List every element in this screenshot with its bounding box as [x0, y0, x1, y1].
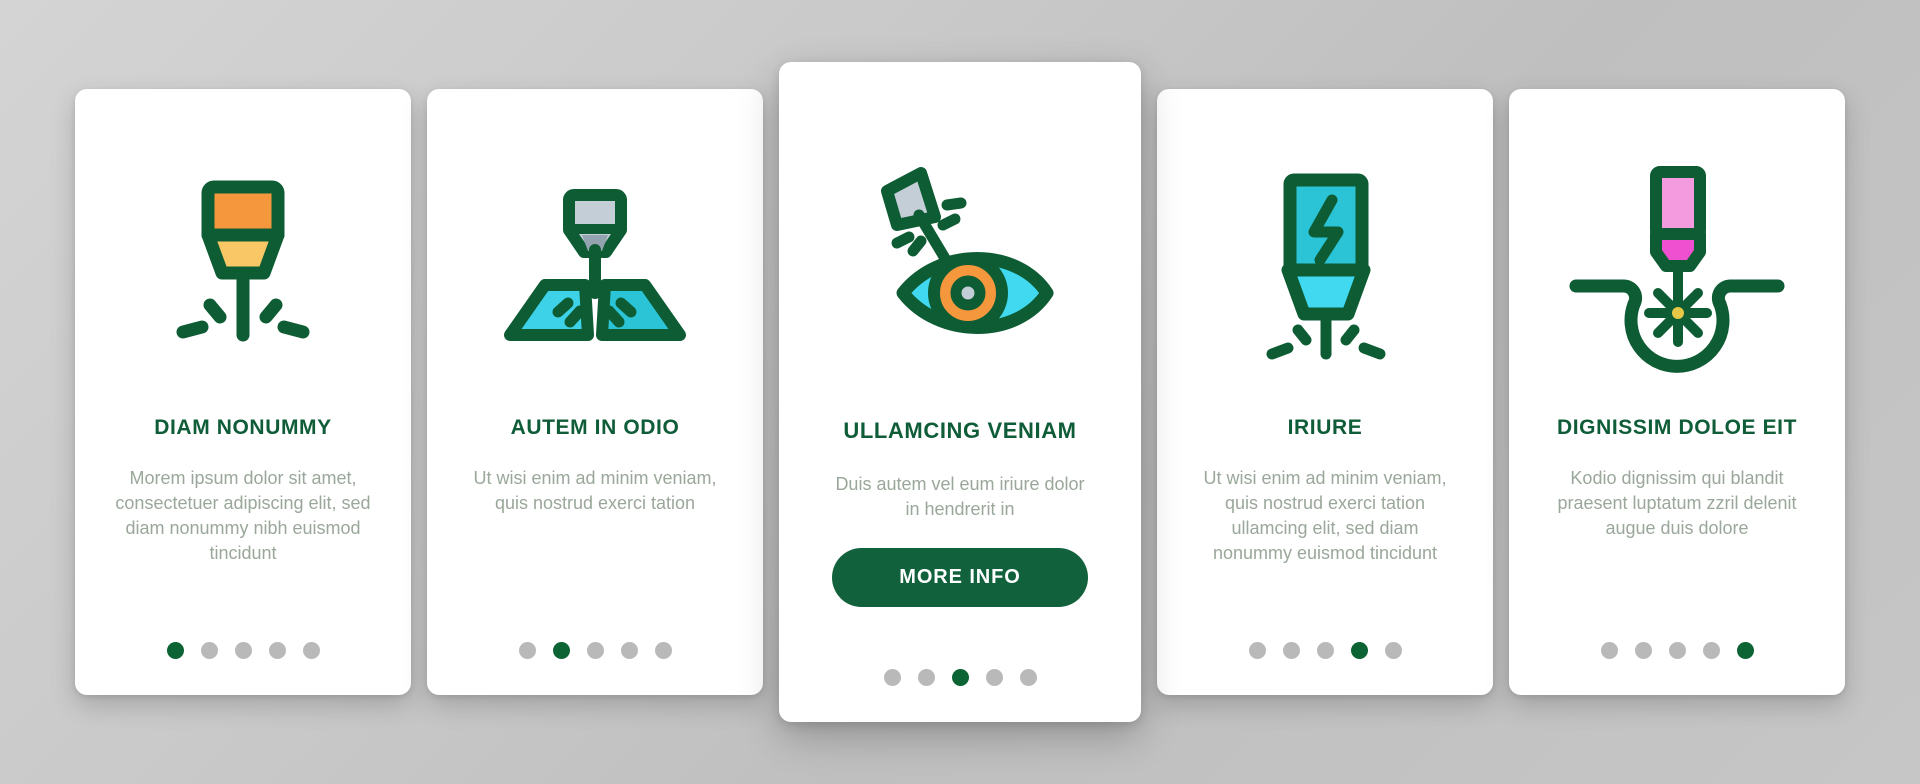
card-title: IRIURE: [1287, 416, 1363, 439]
pagination-dot[interactable]: [883, 669, 901, 686]
pagination-dot[interactable]: [917, 669, 935, 686]
laser-engraving-surface-icon: [1527, 115, 1827, 415]
pagination-dot[interactable]: [1248, 642, 1266, 659]
card-body-text: Morem ipsum dolor sit amet, consectetuer…: [115, 468, 371, 563]
pagination-dot[interactable]: [1736, 642, 1754, 659]
card-title: ULLAMCING VENIAM: [843, 418, 1077, 443]
onboarding-screens-stage: DIAM NONUMMY Morem ipsum dolor sit amet,…: [0, 0, 1920, 784]
onboarding-card-iriure[interactable]: IRIURE Ut wisi enim ad minim veniam, qui…: [1157, 89, 1493, 695]
card-title: DIGNISSIM DOLOE EIT: [1556, 416, 1798, 439]
pagination-dot[interactable]: [1350, 642, 1368, 659]
card-body-text: Kodio dignissim qui blandit praesent lup…: [1557, 468, 1797, 538]
pagination-dot[interactable]: [1019, 669, 1037, 686]
pagination-dot[interactable]: [1634, 642, 1652, 659]
pagination-dot[interactable]: [951, 669, 969, 686]
pagination-dot[interactable]: [302, 642, 320, 659]
pagination-dot[interactable]: [985, 669, 1003, 686]
laser-cutter-sparks-icon: [93, 115, 393, 415]
onboarding-card-diam-nonummy[interactable]: DIAM NONUMMY Morem ipsum dolor sit amet,…: [75, 89, 411, 695]
pagination-dot[interactable]: [1702, 642, 1720, 659]
laser-eye-surgery-icon: [797, 88, 1123, 418]
laser-cutting-metal-sheet-icon: [445, 115, 745, 415]
pagination-dots[interactable]: [1157, 642, 1493, 659]
pagination-dot[interactable]: [1600, 642, 1618, 659]
pagination-dots[interactable]: [1509, 642, 1845, 659]
card-title: AUTEM IN ODIO: [510, 416, 680, 439]
pagination-dot[interactable]: [268, 642, 286, 659]
card-body-text: Ut wisi enim ad minim veniam, quis nostr…: [473, 468, 717, 514]
pagination-dot[interactable]: [1316, 642, 1334, 659]
pagination-dot[interactable]: [552, 642, 570, 659]
card-body-text: Duis autem vel eum iriure dolor in hendr…: [835, 474, 1085, 520]
pagination-dot[interactable]: [586, 642, 604, 659]
pagination-dot[interactable]: [1668, 642, 1686, 659]
onboarding-card-autem-in-odio[interactable]: AUTEM IN ODIO Ut wisi enim ad minim veni…: [427, 89, 763, 695]
pagination-dot[interactable]: [1282, 642, 1300, 659]
pagination-dot[interactable]: [654, 642, 672, 659]
pagination-dot[interactable]: [620, 642, 638, 659]
card-body-text: Ut wisi enim ad minim veniam, quis nostr…: [1203, 468, 1447, 563]
pagination-dots[interactable]: [75, 642, 411, 659]
pagination-dot[interactable]: [234, 642, 252, 659]
pagination-dots[interactable]: [779, 669, 1141, 686]
pagination-dot[interactable]: [200, 642, 218, 659]
card-title: DIAM NONUMMY: [154, 416, 332, 439]
pagination-dot[interactable]: [166, 642, 184, 659]
onboarding-card-ullamcing-veniam[interactable]: ULLAMCING VENIAM Duis autem vel eum iriu…: [779, 62, 1141, 722]
onboarding-card-dignissim-doloe-eit[interactable]: DIGNISSIM DOLOE EIT Kodio dignissim qui …: [1509, 89, 1845, 695]
pagination-dot[interactable]: [1384, 642, 1402, 659]
electric-laser-head-icon: [1175, 115, 1475, 415]
pagination-dots[interactable]: [427, 642, 763, 659]
pagination-dot[interactable]: [518, 642, 536, 659]
more-info-button[interactable]: MORE INFO: [832, 548, 1088, 608]
